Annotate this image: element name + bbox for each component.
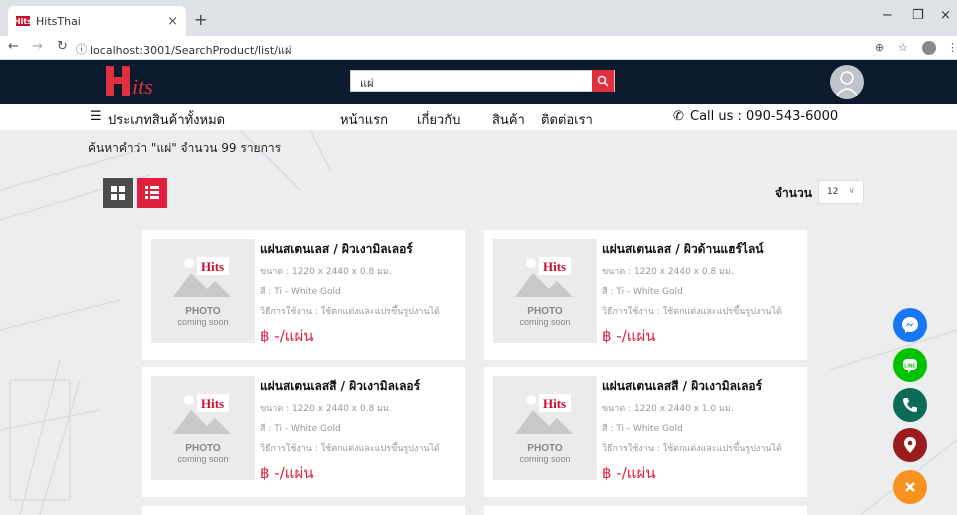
product-title[interactable]: แผ่นสเตนเลสสี / ผิวเงามิลเลอร์ bbox=[602, 377, 762, 396]
product-card-partial[interactable] bbox=[142, 506, 465, 515]
zoom-icon[interactable]: ⊕ bbox=[875, 41, 884, 54]
minimize-icon[interactable]: − bbox=[882, 8, 893, 23]
svg-text:PHOTO: PHOTO bbox=[185, 306, 221, 317]
site-header: its แผ่ bbox=[0, 60, 957, 104]
hamburger-icon[interactable]: ☰ bbox=[90, 109, 102, 124]
product-usage: วิธีการใช้งาน : ใช้ตกแต่งและแปรขึ้นรูปงา… bbox=[602, 307, 782, 317]
product-title[interactable]: แผ่นสเตนเลสสี / ผิวเงามิลเลอร์ bbox=[260, 377, 420, 396]
main-menu: ☰ ประเภทสินค้าทั้งหมด หน้าแรก เกี่ยวกับ … bbox=[0, 104, 957, 130]
product-price: ฿ -/แผ่น bbox=[602, 327, 656, 345]
product-card[interactable]: Hits PHOTO coming soon แผ่นสเตนเลส / ผิว… bbox=[484, 230, 807, 360]
product-card[interactable]: Hits PHOTO coming soon แผ่นสเตนเลส / ผิว… bbox=[142, 230, 465, 360]
url-field[interactable]: localhost:3001/SearchProduct/list/แผ่ bbox=[90, 41, 291, 59]
site-logo[interactable]: its bbox=[103, 64, 173, 99]
line-button[interactable]: LINE bbox=[893, 348, 927, 382]
browser-tab[interactable]: Hits HitsThai × bbox=[8, 6, 186, 36]
product-photo-placeholder: Hits PHOTO coming soon bbox=[493, 239, 597, 343]
grid-view-button[interactable] bbox=[103, 178, 133, 208]
product-price: ฿ -/แผ่น bbox=[260, 464, 314, 482]
tab-title: HitsThai bbox=[36, 14, 81, 28]
more-menu-icon[interactable]: ⋮ bbox=[947, 41, 957, 54]
product-photo-placeholder: Hits PHOTO coming soon bbox=[151, 239, 255, 343]
back-icon[interactable]: ← bbox=[8, 39, 19, 54]
svg-text:coming soon: coming soon bbox=[519, 317, 570, 327]
menu-categories[interactable]: ประเภทสินค้าทั้งหมด bbox=[108, 109, 225, 130]
search-input[interactable]: แผ่ bbox=[360, 74, 374, 92]
product-photo-placeholder: Hits PHOTO coming soon bbox=[151, 376, 255, 480]
search-icon bbox=[597, 75, 609, 87]
product-price: ฿ -/แผ่น bbox=[260, 327, 314, 345]
address-bar: ← → ↻ ⓘ localhost:3001/SearchProduct/lis… bbox=[0, 36, 957, 60]
product-size: ขนาด : 1220 x 2440 x 0.8 มม. bbox=[260, 404, 392, 414]
quantity-label: จำนวน bbox=[775, 186, 812, 200]
menu-contact[interactable]: ติดต่อเรา bbox=[541, 109, 593, 130]
product-color: สี : Ti - White Gold bbox=[602, 287, 683, 297]
close-fab-button[interactable] bbox=[893, 470, 927, 504]
quantity-value: 12 bbox=[827, 187, 839, 197]
grid-icon bbox=[111, 186, 125, 200]
menu-home[interactable]: หน้าแรก bbox=[340, 109, 388, 130]
product-size: ขนาด : 1220 x 2440 x 1.0 มม. bbox=[602, 404, 734, 414]
product-color: สี : Ti - White Gold bbox=[260, 424, 341, 434]
product-color: สี : Ti - White Gold bbox=[260, 287, 341, 297]
messenger-button[interactable] bbox=[893, 308, 927, 342]
forward-icon[interactable]: → bbox=[32, 39, 43, 54]
phone-button[interactable] bbox=[893, 388, 927, 422]
menu-products[interactable]: สินค้า bbox=[492, 109, 525, 130]
product-card[interactable]: Hits PHOTO coming soon แผ่นสเตนเลสสี / ผ… bbox=[484, 367, 807, 497]
product-size: ขนาด : 1220 x 2440 x 0.8 มม. bbox=[602, 267, 734, 277]
menu-call[interactable]: Call us : 090-543-6000 bbox=[690, 109, 838, 124]
maximize-icon[interactable]: ❐ bbox=[912, 8, 924, 23]
browser-tab-bar: Hits HitsThai × + − ❐ × bbox=[0, 0, 957, 36]
list-icon bbox=[145, 186, 159, 199]
line-icon: LINE bbox=[903, 359, 917, 373]
svg-text:PHOTO: PHOTO bbox=[527, 306, 563, 317]
product-usage: วิธีการใช้งาน : ใช้ตกแต่งและแปรขึ้นรูปงา… bbox=[260, 307, 440, 317]
svg-text:Hits: Hits bbox=[543, 259, 566, 274]
product-card-partial[interactable] bbox=[484, 506, 807, 515]
list-view-button[interactable] bbox=[137, 178, 167, 208]
product-title[interactable]: แผ่นสเตนเลส / ผิวด้านแฮร์ไลน์ bbox=[602, 240, 764, 259]
main-content: ค้นหาคำว่า "แผ่" จำนวน 99 รายการ จำนวน 1… bbox=[0, 130, 957, 515]
svg-text:PHOTO: PHOTO bbox=[185, 443, 221, 454]
phone-small-icon: ✆ bbox=[673, 109, 684, 124]
svg-text:Hits: Hits bbox=[543, 396, 566, 411]
product-usage: วิธีการใช้งาน : ใช้ตกแต่งและแปรขึ้นรูปงา… bbox=[260, 444, 440, 454]
chevron-down-icon: ∨ bbox=[848, 186, 855, 196]
new-tab-button[interactable]: + bbox=[194, 10, 207, 29]
messenger-icon bbox=[902, 317, 918, 333]
svg-text:coming soon: coming soon bbox=[519, 454, 570, 464]
svg-text:Hits: Hits bbox=[201, 396, 224, 411]
product-photo-placeholder: Hits PHOTO coming soon bbox=[493, 376, 597, 480]
map-button[interactable] bbox=[893, 428, 927, 462]
quantity-select[interactable]: 12 ∨ bbox=[818, 180, 864, 204]
product-card[interactable]: Hits PHOTO coming soon แผ่นสเตนเลสสี / ผ… bbox=[142, 367, 465, 497]
svg-text:coming soon: coming soon bbox=[177, 317, 228, 327]
svg-text:PHOTO: PHOTO bbox=[527, 443, 563, 454]
map-pin-icon bbox=[904, 437, 916, 453]
menu-about[interactable]: เกี่ยวกับ bbox=[417, 109, 460, 130]
favicon-icon: Hits bbox=[13, 16, 33, 26]
product-usage: วิธีการใช้งาน : ใช้ตกแต่งและแปรขึ้นรูปงา… bbox=[602, 444, 782, 454]
phone-icon bbox=[903, 398, 917, 412]
search-button[interactable] bbox=[592, 70, 614, 92]
svg-text:coming soon: coming soon bbox=[177, 454, 228, 464]
bookmark-star-icon[interactable]: ☆ bbox=[898, 41, 908, 54]
product-size: ขนาด : 1220 x 2440 x 0.8 มม. bbox=[260, 267, 392, 277]
product-color: สี : Ti - White Gold bbox=[602, 424, 683, 434]
user-avatar[interactable] bbox=[830, 65, 864, 99]
svg-text:Hits: Hits bbox=[201, 259, 224, 274]
window-close-icon[interactable]: × bbox=[940, 8, 951, 23]
product-title[interactable]: แผ่นสเตนเลส / ผิวเงามิลเลอร์ bbox=[260, 240, 413, 259]
profile-icon[interactable] bbox=[922, 41, 936, 55]
svg-text:LINE: LINE bbox=[904, 364, 916, 370]
close-icon bbox=[905, 482, 915, 492]
tab-close-icon[interactable]: × bbox=[167, 14, 178, 29]
search-result-count: ค้นหาคำว่า "แผ่" จำนวน 99 รายการ bbox=[88, 141, 282, 155]
reload-icon[interactable]: ↻ bbox=[57, 39, 68, 54]
search-box[interactable]: แผ่ bbox=[350, 70, 615, 92]
info-icon[interactable]: ⓘ bbox=[76, 41, 87, 57]
svg-text:its: its bbox=[132, 74, 153, 98]
product-price: ฿ -/แผ่น bbox=[602, 464, 656, 482]
